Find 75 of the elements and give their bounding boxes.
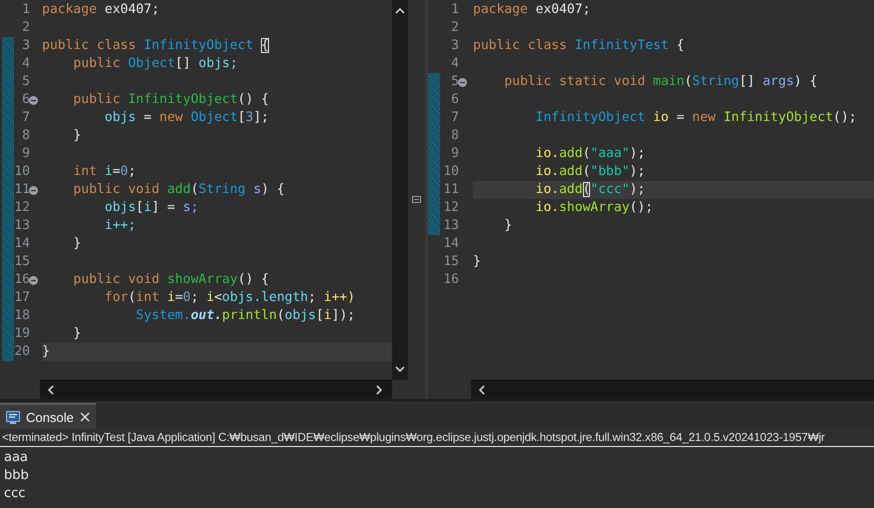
output-line: aaa bbox=[4, 449, 28, 467]
collapse-icon[interactable] bbox=[29, 276, 38, 285]
code-line: objs = new Object[3]; bbox=[104, 109, 270, 127]
line-number: 14 bbox=[443, 235, 459, 253]
line-number: 7 bbox=[22, 109, 30, 127]
line-number: 12 bbox=[14, 199, 30, 217]
line-number: 4 bbox=[22, 55, 30, 73]
close-icon[interactable] bbox=[80, 412, 90, 422]
code-line: public static void main(String[] args) { bbox=[503, 73, 818, 91]
line-number: 9 bbox=[451, 145, 459, 163]
console-tab[interactable]: Console bbox=[0, 403, 96, 429]
line-number: 4 bbox=[451, 55, 459, 73]
code-line: InfinityObject io = new InfinityObject(); bbox=[534, 109, 858, 127]
code-line: io.showArray(); bbox=[534, 199, 654, 217]
line-number: 12 bbox=[443, 199, 459, 217]
line-number: 13 bbox=[443, 217, 459, 235]
line-number: 17 bbox=[14, 289, 30, 307]
collapse-icon[interactable] bbox=[29, 96, 38, 105]
vertical-scrollbar[interactable] bbox=[392, 0, 408, 380]
output-line: ccc bbox=[4, 485, 26, 503]
code-line: objs[i] = s; bbox=[104, 199, 200, 217]
line-number: 14 bbox=[14, 235, 30, 253]
line-number: 10 bbox=[443, 163, 459, 181]
code-line: public void showArray() { bbox=[72, 271, 270, 289]
line-number: 18 bbox=[14, 307, 30, 325]
collapse-icon[interactable] bbox=[29, 186, 38, 195]
line-number: 8 bbox=[451, 127, 459, 145]
line-number: 11 bbox=[443, 181, 459, 199]
horizontal-scrollbar[interactable] bbox=[471, 380, 874, 399]
code-line: } bbox=[72, 325, 82, 343]
code-line: public Object[] objs; bbox=[72, 55, 239, 73]
line-number: 2 bbox=[451, 19, 459, 37]
collapse-icon[interactable] bbox=[458, 78, 467, 87]
line-number: 15 bbox=[14, 253, 30, 271]
line-number: 15 bbox=[443, 253, 459, 271]
output-line: bbb bbox=[4, 467, 29, 485]
code-line: } bbox=[72, 127, 82, 145]
line-number: 5 bbox=[451, 73, 459, 91]
code-line: public class InfinityTest { bbox=[473, 37, 686, 55]
line-number: 1 bbox=[22, 1, 30, 19]
code-line: System.out.println(objs[i]); bbox=[134, 307, 356, 325]
horizontal-scrollbar[interactable] bbox=[40, 380, 392, 399]
code-line: } bbox=[72, 235, 82, 253]
line-number: 6 bbox=[22, 91, 30, 109]
console-icon bbox=[6, 410, 20, 424]
code-line: public void add(String s) { bbox=[72, 181, 286, 199]
line-number: 9 bbox=[22, 145, 30, 163]
sash-handle[interactable] bbox=[412, 196, 421, 203]
line-number: 1 bbox=[451, 1, 459, 19]
line-number: 16 bbox=[14, 271, 30, 289]
code-line: io.add("bbb"); bbox=[534, 163, 646, 181]
code-line: } bbox=[473, 253, 482, 271]
line-number: 10 bbox=[14, 163, 30, 181]
line-number: 5 bbox=[22, 73, 30, 91]
console-status: <terminated> InfinityTest [Java Application] C:₩busan_d₩IDE₩eclipse₩plugins₩org.eclipse.justj.openjdk.hotspot.jre.full.win32.x86_64_21.0.5.v20241023-1957₩jr bbox=[0, 429, 874, 447]
code-line: int i=0; bbox=[72, 163, 137, 181]
code-line: } bbox=[503, 217, 514, 235]
code-line: for(int i=0; i<objs.length; i++) bbox=[104, 289, 356, 307]
code-line: package ex0407; bbox=[473, 1, 592, 19]
code-line: package ex0407; bbox=[42, 1, 160, 19]
line-number: 19 bbox=[14, 325, 30, 343]
line-number: 2 bbox=[22, 19, 30, 37]
line-number: 20 bbox=[14, 343, 30, 361]
code-line: public class InfinityObject { bbox=[42, 37, 270, 55]
code-line: public InfinityObject() { bbox=[72, 91, 270, 109]
line-number: 8 bbox=[22, 127, 30, 145]
line-number: 16 bbox=[443, 271, 459, 289]
line-number: 13 bbox=[14, 217, 30, 235]
code-line: io.add("aaa"); bbox=[534, 145, 646, 163]
line-number: 6 bbox=[451, 91, 459, 109]
line-number: 11 bbox=[14, 181, 30, 199]
line-number: 7 bbox=[451, 109, 459, 127]
line-number: 3 bbox=[22, 37, 30, 55]
line-number: 3 bbox=[451, 37, 459, 55]
code-line: i++; bbox=[104, 217, 137, 235]
